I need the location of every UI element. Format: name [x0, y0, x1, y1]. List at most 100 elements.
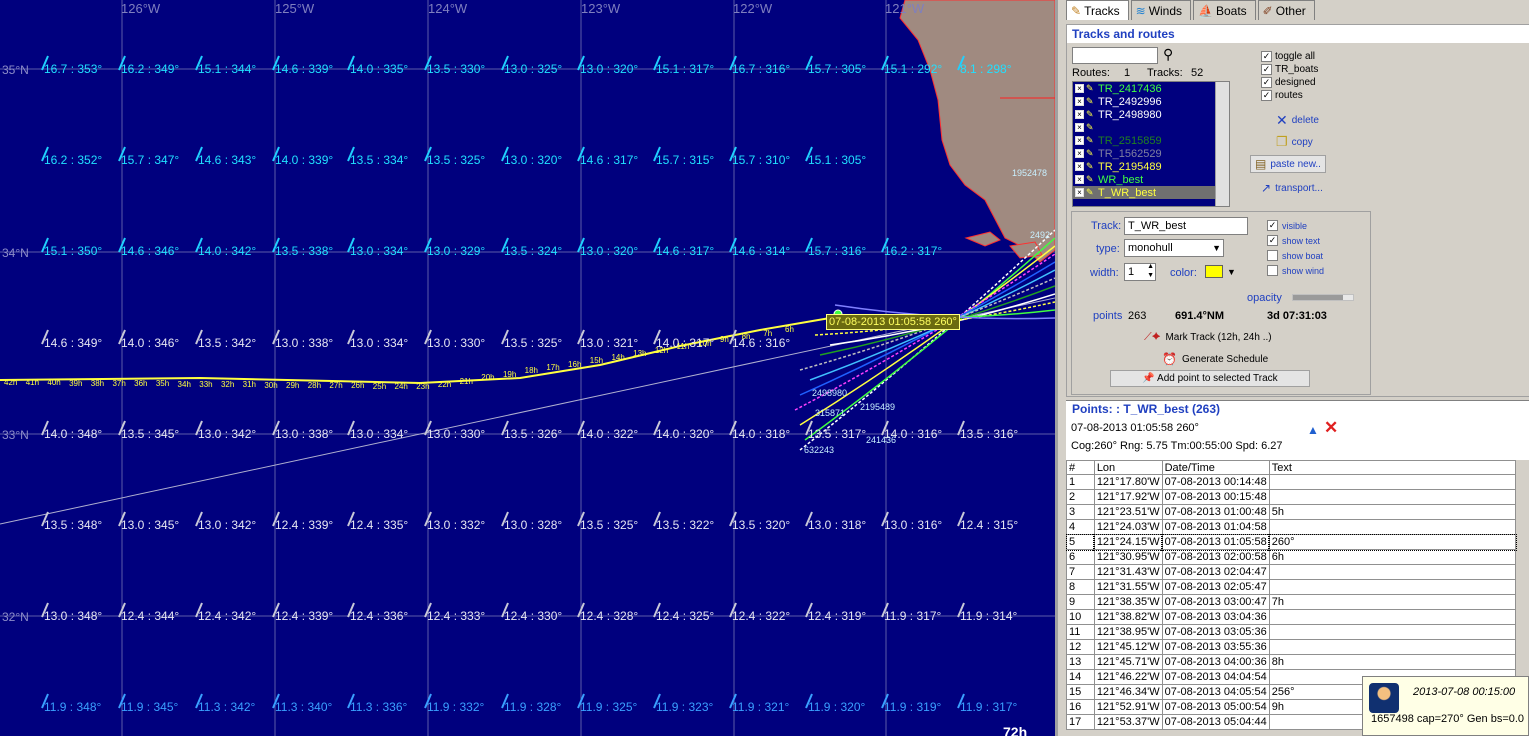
track-list-item[interactable]: × ✎ TR_2195489 — [1073, 160, 1229, 173]
table-row[interactable]: 7 121°31.43'W 07-08-2013 02:04:47 — [1066, 564, 1517, 580]
table-row[interactable]: 1 121°17.80'W 07-08-2013 00:14:48 — [1066, 474, 1517, 490]
routes-checkbox[interactable]: ✓ routes — [1261, 90, 1303, 101]
pen-icon[interactable]: ✎ — [1086, 109, 1098, 120]
boat-label[interactable]: 2498980 — [812, 388, 847, 398]
table-row[interactable]: 5 121°24.15'W 07-08-2013 01:05:58 260° — [1065, 533, 1517, 551]
checkbox[interactable]: ✓ — [1267, 220, 1278, 231]
table-row[interactable]: 11 121°38.95'W 07-08-2013 03:05:36 — [1066, 624, 1517, 640]
show-wind-checkbox[interactable]: show wind — [1267, 265, 1324, 276]
column-header[interactable]: # — [1066, 460, 1095, 475]
mark-track-button[interactable]: ⟋✦ Mark Track (12h, 24h ..) — [1144, 331, 1272, 344]
track-visible-checkbox[interactable]: × — [1075, 175, 1084, 184]
track-list-item[interactable]: × ✎ T_WR_best — [1073, 186, 1229, 199]
chart-map[interactable]: 16.7 : 353° 16.2 : 349° 15.1 : 344° 14.6 : … — [0, 0, 1055, 736]
paste-new-button[interactable]: ▤ paste new.. — [1250, 155, 1326, 173]
track-visible-checkbox[interactable]: × — [1075, 136, 1084, 145]
track-visible-checkbox[interactable]: × — [1075, 188, 1084, 197]
designed-checkbox[interactable]: ✓ designed — [1261, 77, 1316, 88]
track-list-item[interactable]: × ✎ TR_2515859 — [1073, 134, 1229, 147]
track-list-item[interactable]: × ✎ — [1073, 121, 1229, 134]
tr-boats-checkbox[interactable]: ✓ TR_boats — [1261, 64, 1318, 75]
track-visible-checkbox[interactable]: × — [1075, 84, 1084, 93]
pen-icon[interactable]: ✎ — [1086, 174, 1098, 185]
notification-popup[interactable]: 2013-07-08 00:15:00 1657498 cap=270° Gen… — [1362, 676, 1529, 736]
route-line[interactable] — [794, 253, 1055, 411]
toggle-all-checkbox[interactable]: ✓ toggle all — [1261, 51, 1315, 62]
boat-label[interactable]: 241436 — [866, 435, 896, 445]
track-list-item[interactable]: × ✎ WR_best — [1073, 173, 1229, 186]
table-row[interactable]: 6 121°30.95'W 07-08-2013 02:00:58 6h — [1066, 549, 1517, 565]
table-row[interactable]: 12 121°45.12'W 07-08-2013 03:55:36 — [1066, 639, 1517, 655]
pen-icon[interactable]: ✎ — [1086, 96, 1098, 107]
pen-icon: ✎ — [1071, 3, 1082, 18]
boat-label[interactable]: 2492 — [1030, 230, 1050, 240]
column-header[interactable]: Lon — [1093, 460, 1163, 475]
column-header[interactable]: Text — [1268, 460, 1517, 475]
boat-label[interactable]: 632243 — [804, 445, 834, 455]
track-visible-checkbox[interactable]: × — [1075, 123, 1084, 132]
track-visible-checkbox[interactable]: × — [1075, 162, 1084, 171]
track-list[interactable]: × ✎ TR_2417436 × ✎ TR_2492996 × ✎ TR_2498980 × ✎ × ✎… — [1072, 81, 1230, 207]
binoculars-icon[interactable]: ⚲ — [1163, 46, 1173, 63]
table-row[interactable]: 3 121°23.51'W 07-08-2013 01:00:48 5h — [1066, 504, 1517, 520]
tab-winds[interactable]: ≋ Winds — [1130, 0, 1192, 20]
track-search-input[interactable] — [1072, 47, 1158, 64]
track-list-item[interactable]: × ✎ TR_2492996 — [1073, 95, 1229, 108]
show-boat-checkbox[interactable]: show boat — [1267, 250, 1323, 261]
add-point-button[interactable]: 📌 Add point to selected Track — [1110, 370, 1310, 387]
close-icon[interactable]: ✕ — [1324, 418, 1338, 438]
table-cell: 121°45.71'W — [1093, 654, 1163, 670]
wind-barb-label: 16.2 : 349° — [121, 62, 180, 76]
track-list-item[interactable]: × ✎ TR_1562529 — [1073, 147, 1229, 160]
track-name-input[interactable]: T_WR_best — [1124, 217, 1248, 235]
type-select[interactable]: monohull ▼ — [1124, 239, 1224, 257]
checkbox[interactable]: ✓ — [1267, 235, 1278, 246]
track-visible-checkbox[interactable]: × — [1075, 149, 1084, 158]
pen-icon[interactable]: ✎ — [1086, 187, 1098, 198]
tab-boats[interactable]: ⛵ Boats — [1193, 0, 1256, 20]
table-row[interactable]: 8 121°31.55'W 07-08-2013 02:05:47 — [1066, 579, 1517, 595]
tracks-count: 52 — [1191, 67, 1204, 79]
column-header[interactable]: Date/Time — [1161, 460, 1270, 475]
pen-icon[interactable]: ✎ — [1086, 161, 1098, 172]
table-row[interactable]: 2 121°17.92'W 07-08-2013 00:15:48 — [1066, 489, 1517, 505]
table-row[interactable]: 9 121°38.35'W 07-08-2013 03:00:47 7h — [1066, 594, 1517, 610]
show-text-checkbox[interactable]: ✓ show text — [1267, 235, 1320, 246]
delete-button[interactable]: ✕ delete — [1276, 112, 1319, 129]
track-visible-checkbox[interactable]: × — [1075, 97, 1084, 106]
boat-label[interactable]: 2195489 — [860, 402, 895, 412]
generate-schedule-button[interactable]: ⏰ Generate Schedule — [1162, 352, 1268, 366]
checkbox[interactable]: ✓ — [1261, 90, 1272, 101]
pen-icon[interactable]: ✎ — [1086, 135, 1098, 146]
boat-label[interactable]: 1952478 — [1012, 168, 1047, 178]
table-row[interactable]: 4 121°24.03'W 07-08-2013 01:04:58 — [1066, 519, 1517, 535]
checkbox[interactable] — [1267, 250, 1278, 261]
table-row[interactable]: 13 121°45.71'W 07-08-2013 04:00:36 8h — [1066, 654, 1517, 670]
checkbox[interactable]: ✓ — [1261, 64, 1272, 75]
table-row[interactable]: 10 121°38.82'W 07-08-2013 03:04:36 — [1066, 609, 1517, 625]
table-cell: 07-08-2013 01:00:48 — [1161, 504, 1270, 520]
pen-icon[interactable]: ✎ — [1086, 83, 1098, 94]
track-visible-checkbox[interactable]: × — [1075, 110, 1084, 119]
chevron-down-icon[interactable]: ▼ — [1227, 267, 1236, 277]
track-list-scrollbar[interactable] — [1215, 82, 1229, 206]
checkbox[interactable]: ✓ — [1261, 51, 1272, 62]
track-list-item[interactable]: × ✎ TR_2417436 — [1073, 82, 1229, 95]
pen-icon[interactable]: ✎ — [1086, 148, 1098, 159]
arrow-up-icon[interactable]: ▲ — [1307, 423, 1319, 437]
tab-tracks[interactable]: ✎ Tracks — [1066, 0, 1129, 20]
visible-checkbox[interactable]: ✓ visible — [1267, 220, 1307, 231]
wind-barb-label: 13.0 : 316° — [884, 518, 943, 532]
boat-label[interactable]: 315871 — [815, 408, 845, 418]
color-swatch[interactable] — [1205, 265, 1223, 278]
transport-button[interactable]: ↗ transport... — [1261, 181, 1323, 195]
color-label: color: — [1170, 267, 1197, 279]
checkbox[interactable]: ✓ — [1261, 77, 1272, 88]
copy-button[interactable]: ❐ copy — [1276, 134, 1313, 150]
opacity-slider[interactable] — [1292, 294, 1354, 301]
tab-other[interactable]: ✐ Other — [1257, 0, 1315, 20]
width-stepper[interactable]: 1 ▲ ▼ — [1124, 263, 1156, 281]
pen-icon[interactable]: ✎ — [1086, 122, 1098, 133]
track-list-item[interactable]: × ✎ TR_2498980 — [1073, 108, 1229, 121]
checkbox[interactable] — [1267, 265, 1278, 276]
